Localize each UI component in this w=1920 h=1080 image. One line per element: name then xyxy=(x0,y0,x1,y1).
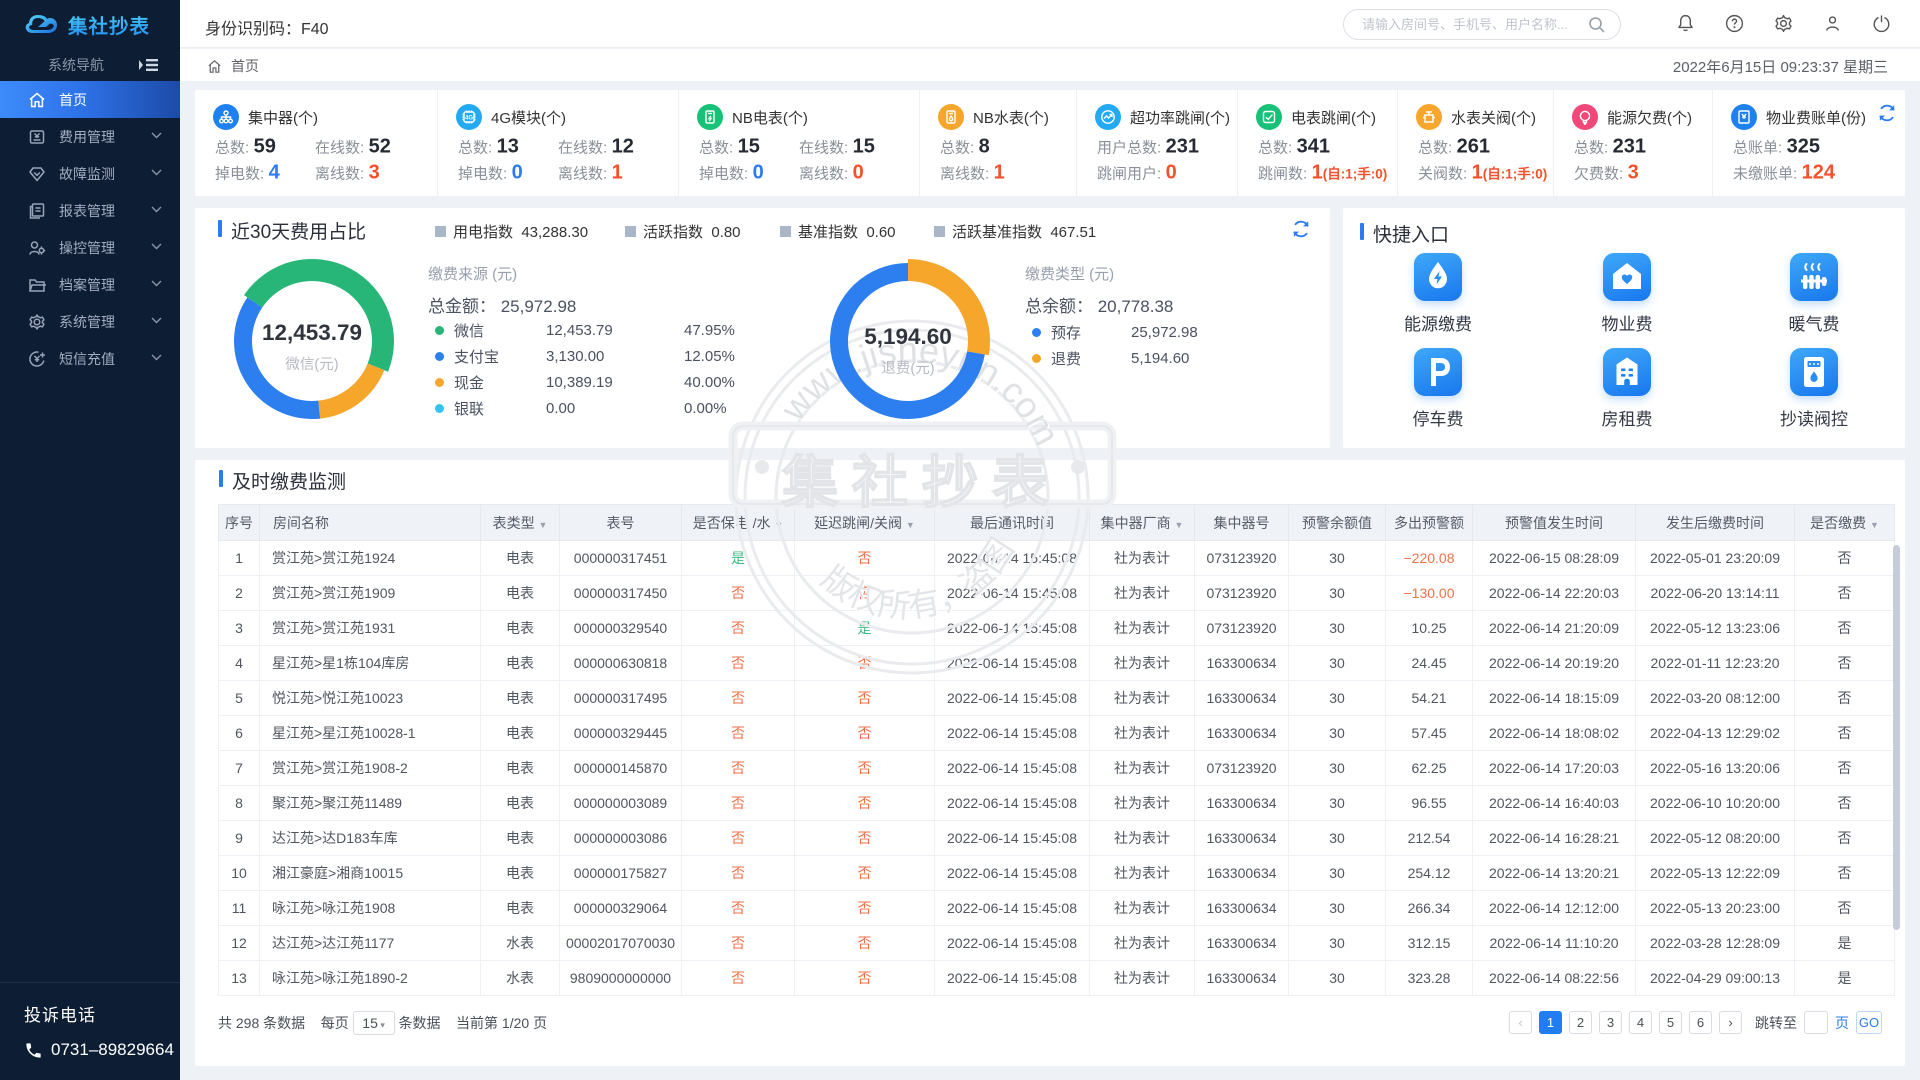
svg-text:4G: 4G xyxy=(465,115,473,121)
